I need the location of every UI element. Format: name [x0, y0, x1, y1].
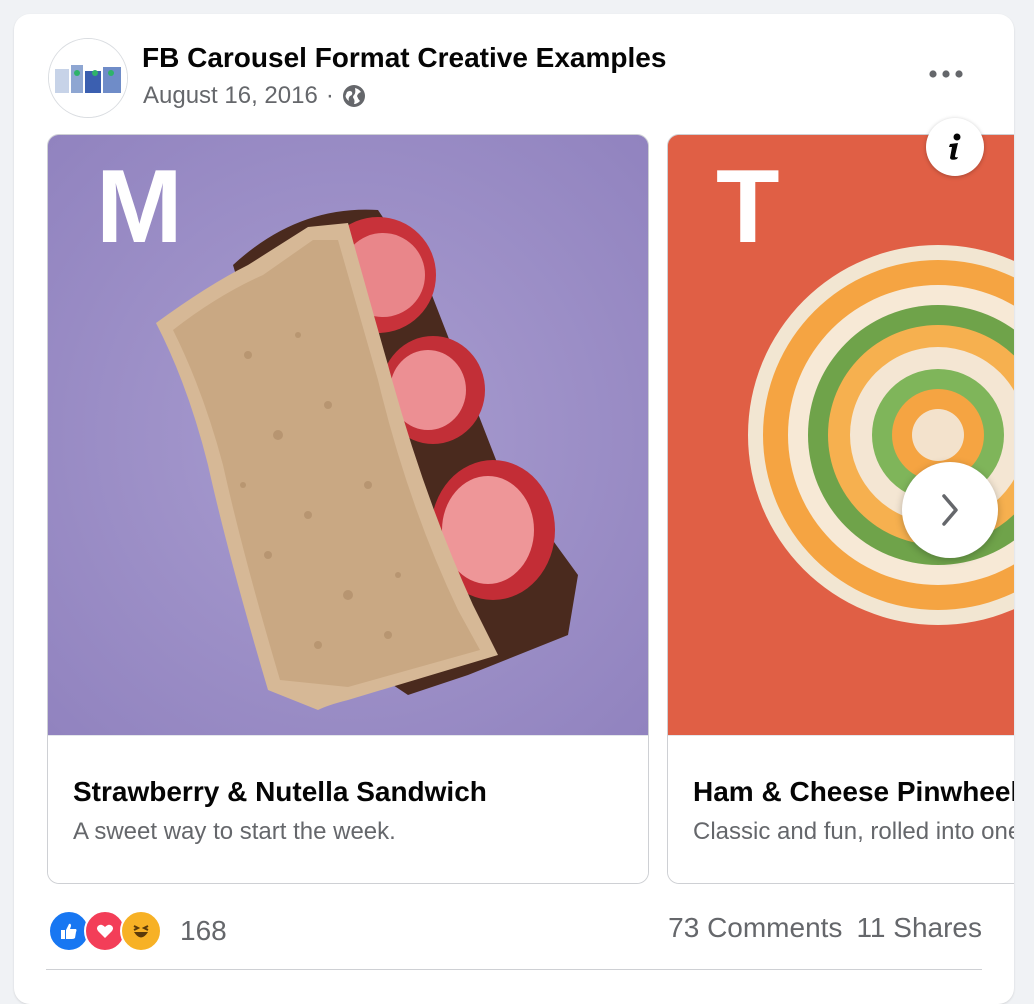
shares-link[interactable]: 11 Shares	[856, 912, 982, 944]
more-horizontal-icon	[929, 70, 963, 78]
card-description: A sweet way to start the week.	[73, 818, 396, 845]
post-card: FB Carousel Format Creative Examples Aug…	[14, 14, 1014, 1004]
card-title[interactable]: Strawberry & Nutella Sandwich	[73, 776, 487, 808]
globe-icon[interactable]	[342, 84, 366, 108]
card-body: Ham & Cheese Pinwheels Classic and fun, …	[668, 735, 1014, 883]
post-footer: 168 73 Comments 11 Shares	[14, 902, 1014, 958]
page-name-link[interactable]: FB Carousel Format Creative Examples	[142, 42, 666, 74]
engagement-stats: 73 Comments 11 Shares	[668, 912, 982, 944]
card-letter: T	[716, 149, 780, 265]
carousel-card[interactable]: M Strawberry & Nutella Sandwich A sweet …	[47, 134, 649, 884]
more-options-button[interactable]	[922, 56, 970, 92]
card-body: Strawberry & Nutella Sandwich A sweet wa…	[48, 735, 648, 883]
carousel-next-button[interactable]	[902, 462, 998, 558]
chevron-right-icon	[942, 494, 958, 526]
info-icon	[949, 133, 961, 160]
card-title[interactable]: Ham & Cheese Pinwheels	[693, 776, 1014, 808]
page-logo-icon	[49, 39, 127, 117]
post-meta: August 16, 2016 ·	[143, 82, 366, 110]
haha-icon	[120, 910, 162, 952]
carousel: M Strawberry & Nutella Sandwich A sweet …	[14, 134, 1014, 886]
comments-link[interactable]: 73 Comments	[668, 912, 842, 944]
card-description: Classic and fun, rolled into one.	[693, 818, 1014, 845]
card-letter: M	[96, 149, 183, 265]
post-date[interactable]: August 16, 2016	[143, 82, 318, 110]
ad-info-button[interactable]	[926, 118, 984, 176]
footer-divider	[46, 969, 982, 970]
page-avatar[interactable]	[48, 38, 128, 118]
meta-separator: ·	[325, 82, 334, 109]
reactions-summary[interactable]: 168	[48, 910, 227, 952]
reaction-count: 168	[180, 915, 227, 946]
